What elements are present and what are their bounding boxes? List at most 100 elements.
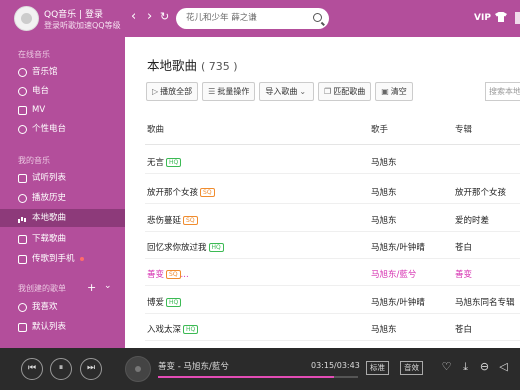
album-cell[interactable]: 苍白 xyxy=(455,323,472,335)
sidebar-item-radio[interactable]: 电台 xyxy=(0,82,125,100)
artist-cell[interactable]: 马旭东/叶钟晴 xyxy=(371,296,425,308)
login-link[interactable]: 登录 xyxy=(85,10,103,20)
table-row[interactable]: 博爱 HQ 马旭东/叶钟晴 马旭东同名专辑 xyxy=(145,288,520,314)
back-icon[interactable]: ‹ xyxy=(131,10,136,24)
sidebar-item-label: 默认列表 xyxy=(32,322,67,332)
play-all-button[interactable]: ▷ 播放全部 xyxy=(146,82,199,101)
refresh-icon[interactable]: ↻ xyxy=(160,10,169,24)
song-cell: 回忆求你放过我 HQ xyxy=(147,241,224,253)
song-title: 入戏太深 xyxy=(147,325,182,335)
album-cell[interactable]: 善变 xyxy=(455,268,472,280)
skin-icon[interactable] xyxy=(495,12,507,22)
sidebar-item-favorites[interactable]: 我喜欢 xyxy=(0,298,125,316)
pause-button[interactable]: ⏸ xyxy=(50,358,72,380)
album-cell[interactable]: 苍白 xyxy=(455,241,472,253)
sidebar-item-default-list[interactable]: 默认列表 xyxy=(0,318,125,336)
album-cover[interactable] xyxy=(125,356,151,382)
match-icon: ❐ xyxy=(324,87,332,96)
history-icon xyxy=(18,194,27,203)
filter-input[interactable]: 搜索本地 xyxy=(485,82,520,101)
import-label: 导入歌曲 xyxy=(265,87,298,96)
column-artist[interactable]: 歌手 xyxy=(371,123,388,135)
avatar[interactable] xyxy=(14,6,39,31)
artist-cell[interactable]: 马旭东/藍兮 xyxy=(371,268,416,280)
previous-button[interactable]: ⏮ xyxy=(21,358,43,380)
column-album[interactable]: 专辑 xyxy=(455,123,472,135)
table-row-playing[interactable]: 善变 SQ... 马旭东/藍兮 善变 xyxy=(145,260,520,286)
album-cell[interactable]: 爱的时差 xyxy=(455,214,489,226)
title-bar: QQ音乐 | 登录 登录听歌加速QQ等级 ‹ › ↻ 花儿和少年 薛之谦 VIP xyxy=(0,0,520,37)
sidebar-item-send-to-phone[interactable]: 传歌到手机 xyxy=(0,250,125,268)
song-title: 无言 xyxy=(147,158,165,168)
artist-cell[interactable]: 马旭东 xyxy=(371,186,397,198)
table-header: 歌曲 歌手 专辑 xyxy=(145,117,520,145)
playlist-icon xyxy=(18,323,27,332)
sidebar-item-music-hall[interactable]: 音乐馆 xyxy=(0,63,125,81)
next-button[interactable]: ⏭ xyxy=(80,358,102,380)
table-row[interactable]: 无言 HQ 马旭东 xyxy=(145,148,520,174)
song-cell: 悲伤蔓延 SQ xyxy=(147,214,198,226)
add-playlist-icon[interactable]: + xyxy=(87,281,96,294)
search-input[interactable]: 花儿和少年 薛之谦 xyxy=(176,8,329,29)
clear-button[interactable]: ▣ 清空 xyxy=(375,82,413,101)
table-row[interactable]: 入戏太深 HQ 马旭东 苍白 xyxy=(145,315,520,341)
song-cell: 博爱 HQ xyxy=(147,296,182,308)
heart-icon[interactable]: ♡ xyxy=(440,360,453,373)
section-my-music: 我的音乐 xyxy=(18,156,50,165)
section-my-playlists: 我创建的歌单 xyxy=(18,284,66,293)
forward-icon[interactable]: › xyxy=(147,10,152,24)
artist-cell[interactable]: 马旭东 xyxy=(371,214,397,226)
sidebar-item-mv[interactable]: MV xyxy=(0,101,125,119)
sidebar-item-label: 试听列表 xyxy=(32,173,67,183)
collapse-icon[interactable]: ⌄ xyxy=(104,281,112,291)
progress-bar[interactable] xyxy=(158,376,358,378)
vip-button[interactable]: VIP xyxy=(474,13,491,23)
mv-icon xyxy=(18,106,27,115)
import-button[interactable]: 导入歌曲 ⌄ xyxy=(259,82,315,101)
album-cell[interactable]: 放开那个女孩 xyxy=(455,186,506,198)
menu-icon[interactable] xyxy=(515,12,520,24)
sidebar-item-personal-radio[interactable]: 个性电台 xyxy=(0,120,125,138)
artist-cell[interactable]: 马旭东/叶钟晴 xyxy=(371,241,425,253)
sidebar-item-label: 音乐馆 xyxy=(32,67,58,77)
now-playing: 善变 - 马旭东/藍兮 xyxy=(158,362,229,372)
artist-cell[interactable]: 马旭东 xyxy=(371,323,397,335)
song-count: ( 735 ) xyxy=(201,60,238,73)
main-panel: 本地歌曲 ( 735 ) ▷ 播放全部 ☰ 批量操作 导入歌曲 ⌄ ❐ 匹配歌曲 ▣ 清空 搜索本… xyxy=(125,37,520,348)
table-row[interactable]: 回忆求你放过我 HQ 马旭东/叶钟晴 苍白 xyxy=(145,233,520,259)
sidebar-item-trial-list[interactable]: 试听列表 xyxy=(0,169,125,187)
clear-label: 清空 xyxy=(390,87,407,96)
quality-button[interactable]: 标准 xyxy=(366,361,389,375)
play-all-label: 播放全部 xyxy=(160,87,193,96)
page-title: 本地歌曲 ( 735 ) xyxy=(147,55,238,74)
sidebar-item-downloads[interactable]: 下载歌曲 xyxy=(0,230,125,248)
volume-icon[interactable]: ◁ xyxy=(497,360,510,373)
trash-icon: ▣ xyxy=(381,87,389,96)
batch-button[interactable]: ☰ 批量操作 xyxy=(202,82,256,101)
progress-fill xyxy=(158,376,334,378)
play-time: 03:15/03:43 xyxy=(311,361,360,370)
artist-cell[interactable]: 马旭东 xyxy=(371,156,397,168)
quality-badge: SQ xyxy=(183,216,198,225)
sidebar-item-label: 电台 xyxy=(32,86,50,96)
download-icon[interactable]: ⤓ xyxy=(459,360,472,373)
list-icon xyxy=(18,174,27,183)
match-button[interactable]: ❐ 匹配歌曲 xyxy=(318,82,372,101)
album-cell[interactable]: 马旭东同名专辑 xyxy=(455,296,515,308)
table-row[interactable]: 放开那个女孩 SQ 马旭东 放开那个女孩 xyxy=(145,178,520,204)
sidebar-item-label: 下载歌曲 xyxy=(32,234,67,244)
column-song[interactable]: 歌曲 xyxy=(147,123,164,135)
table-row[interactable]: 悲伤蔓延 SQ 马旭东 爱的时差 xyxy=(145,206,520,232)
chevron-down-icon: ⌄ xyxy=(299,87,307,96)
music-hall-icon xyxy=(18,68,27,77)
search-icon[interactable] xyxy=(313,13,322,22)
sound-effect-button[interactable]: 音效 xyxy=(400,361,423,375)
sidebar-item-history[interactable]: 播放历史 xyxy=(0,189,125,207)
radio-icon xyxy=(18,87,27,96)
sidebar-item-local-songs[interactable]: 本地歌曲 xyxy=(0,209,125,227)
batch-label: 批量操作 xyxy=(217,87,250,96)
more-icon[interactable]: ⊖ xyxy=(478,360,491,373)
song-cell: 入戏太深 HQ xyxy=(147,323,199,335)
song-cell: 放开那个女孩 SQ xyxy=(147,186,215,198)
sidebar-item-label: 本地歌曲 xyxy=(32,213,67,223)
